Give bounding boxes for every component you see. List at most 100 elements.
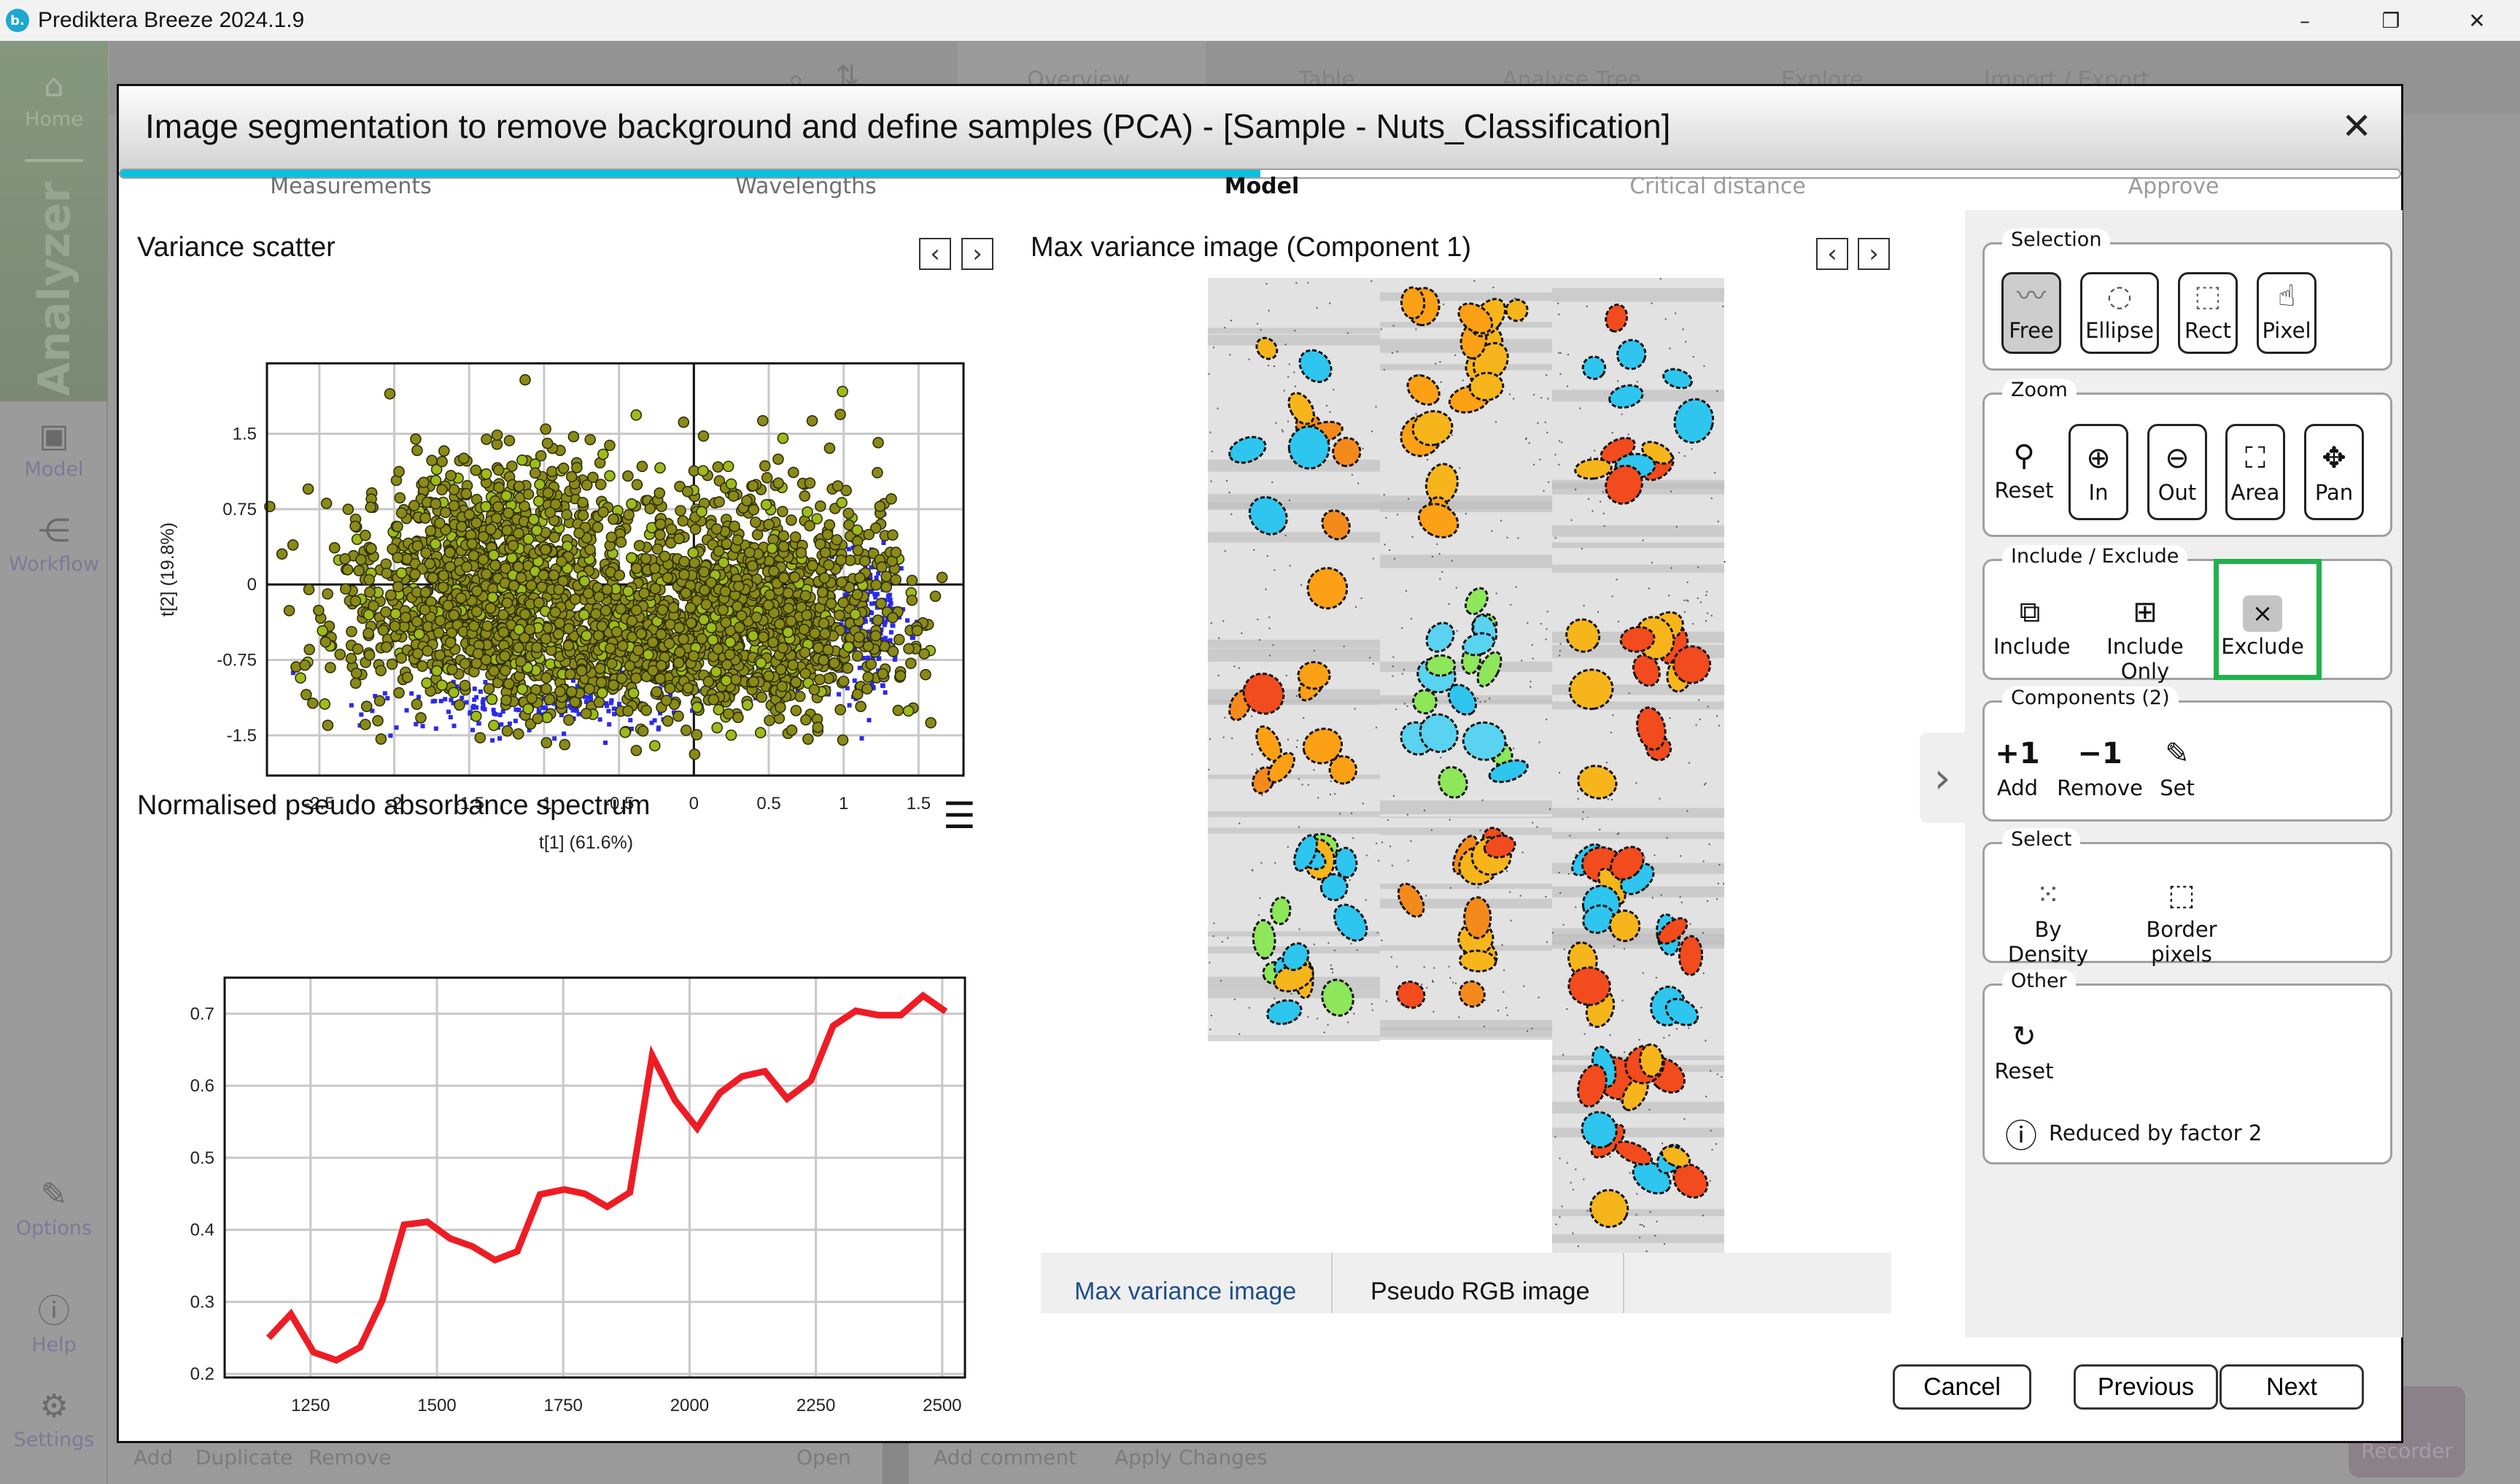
sample-point: [372, 715, 384, 727]
pan-button[interactable]: ✥ Pan: [2304, 424, 2364, 520]
next-button[interactable]: Next: [2219, 1364, 2364, 1410]
pixel-point: [443, 697, 448, 702]
set-component-button[interactable]: ✎ Set: [2151, 732, 2203, 812]
zoom-reset-button[interactable]: ⚲ Reset: [1993, 430, 2055, 526]
noise-pixel: [1612, 714, 1614, 716]
bg-duplicate-button[interactable]: Duplicate: [195, 1445, 292, 1469]
ellipse-select-button[interactable]: ◌ Ellipse: [2080, 272, 2159, 354]
window-close-button[interactable]: ✕: [2434, 0, 2520, 41]
sample-point: [325, 662, 336, 673]
sidebar-item-workflow[interactable]: ⋲ Workflow: [0, 515, 108, 576]
scatter-next-button[interactable]: ›: [961, 238, 993, 270]
noise-pixel: [1436, 543, 1438, 545]
sidebar-item-options[interactable]: ✎ Options: [0, 1179, 108, 1240]
pixel-select-button[interactable]: ☝ Pixel: [2257, 272, 2317, 354]
sample-point: [789, 531, 802, 543]
noise-pixel: [1683, 611, 1686, 613]
sidebar-item-settings[interactable]: ⚙ Settings: [0, 1391, 108, 1452]
noise-pixel: [1350, 943, 1352, 945]
rect-select-button[interactable]: ⬚ Rect: [2178, 272, 2238, 354]
noise-pixel: [1699, 601, 1702, 603]
bg-add-comment-button[interactable]: Add comment: [934, 1445, 1077, 1469]
step-model[interactable]: Model: [1225, 174, 1300, 199]
minimize-button[interactable]: –: [2262, 0, 2348, 41]
noise-pixel: [1722, 305, 1724, 307]
include-only-button[interactable]: ⊞ Include Only: [2079, 590, 2211, 684]
bg-add-button[interactable]: Add: [133, 1445, 173, 1469]
noise-pixel: [1333, 389, 1335, 391]
sample-point: [822, 644, 834, 656]
image-prev-button[interactable]: ‹: [1816, 238, 1848, 270]
pixel-point: [607, 722, 612, 727]
noise-pixel: [1624, 948, 1626, 950]
select-border-pixels-button[interactable]: ⬚ Border pixels: [2116, 873, 2247, 967]
x-tick-label: 2000: [670, 1396, 709, 1414]
image-next-button[interactable]: ›: [1858, 238, 1890, 270]
sample-point: [606, 657, 618, 670]
noise-pixel: [1313, 943, 1315, 946]
sample-point: [743, 546, 756, 558]
sample-point: [355, 554, 367, 565]
magnifier-icon: ⚲: [2013, 439, 2035, 473]
remove-component-button[interactable]: −1 Remove: [2056, 732, 2144, 812]
bg-apply-changes-button[interactable]: Apply Changes: [1114, 1445, 1268, 1469]
maximize-button[interactable]: ❐: [2348, 0, 2434, 41]
sample-point: [835, 554, 847, 566]
bg-remove-button[interactable]: Remove: [309, 1445, 392, 1469]
step-measurements[interactable]: Measurements: [270, 174, 432, 199]
noise-pixel: [1406, 705, 1408, 707]
zoom-out-button[interactable]: ⊖ Out: [2147, 424, 2207, 520]
max-variance-image[interactable]: [1208, 278, 1726, 1253]
sample-point: [691, 729, 703, 741]
noise-pixel: [1547, 398, 1549, 400]
noise-pixel: [1497, 1010, 1500, 1012]
noise-pixel: [1558, 352, 1560, 354]
noise-pixel: [1662, 1143, 1664, 1145]
sample-point: [727, 490, 740, 502]
tab-pseudo-rgb-image[interactable]: Pseudo RGB image: [1333, 1253, 1624, 1313]
noise-pixel: [1672, 1174, 1674, 1176]
noise-pixel: [1433, 967, 1435, 969]
noise-pixel: [1238, 667, 1240, 669]
pixel-point: [652, 718, 657, 723]
tab-max-variance-image[interactable]: Max variance image: [1041, 1253, 1333, 1313]
include-stack-icon: ⧉: [2019, 595, 2041, 629]
variance-scatter-chart[interactable]: -2.5 -2 -1.5 -1 -0.5 0 0.5 1 1.5-1.5-0.7500.751.…: [133, 290, 1009, 859]
noise-pixel: [1397, 514, 1399, 516]
scatter-prev-button[interactable]: ‹: [919, 238, 951, 270]
sample-point: [619, 726, 631, 738]
bg-open-button[interactable]: Open: [796, 1445, 851, 1469]
sample-point: [541, 711, 553, 724]
zoom-in-button[interactable]: ⊕ In: [2069, 424, 2128, 520]
sidebar-item-home[interactable]: ⌂ Home: [0, 70, 108, 131]
cancel-button[interactable]: Cancel: [1893, 1364, 2031, 1410]
step-wavelengths[interactable]: Wavelengths: [735, 174, 877, 199]
previous-button[interactable]: Previous: [2074, 1364, 2218, 1410]
sample-point: [430, 538, 441, 550]
noise-pixel: [1545, 896, 1547, 898]
sample-point: [801, 609, 813, 621]
dialog-close-button[interactable]: ✕: [2341, 105, 2372, 147]
noise-pixel: [1456, 630, 1458, 632]
border-pixels-label: Border pixels: [2146, 917, 2217, 967]
other-reset-button[interactable]: ↻ Reset: [1993, 1015, 2055, 1095]
sidebar-item-model[interactable]: ▣ Model: [0, 420, 108, 482]
add-component-button[interactable]: +1 Add: [1993, 732, 2042, 812]
noise-pixel: [1616, 380, 1618, 382]
sample-point: [341, 564, 354, 576]
collapse-panel-button[interactable]: ›: [1920, 733, 1965, 823]
noise-pixel: [1346, 332, 1349, 334]
bg-splitter[interactable]: [883, 1441, 909, 1484]
sample-point: [484, 602, 497, 614]
include-button[interactable]: ⧉ Include: [1993, 590, 2071, 670]
free-select-button[interactable]: 〰 Free: [2001, 272, 2061, 354]
sample-point: [711, 722, 723, 734]
sample-point: [540, 633, 552, 645]
sidebar-item-help[interactable]: ⓘ Help: [0, 1296, 108, 1357]
noise-pixel: [1648, 1108, 1651, 1110]
sample-point: [626, 615, 638, 627]
list-icon[interactable]: ☰: [943, 797, 976, 834]
sample-point: [675, 505, 686, 517]
zoom-area-button[interactable]: ⛶ Area: [2225, 424, 2285, 520]
select-by-density-button[interactable]: ⁙ By Density: [1993, 873, 2103, 967]
